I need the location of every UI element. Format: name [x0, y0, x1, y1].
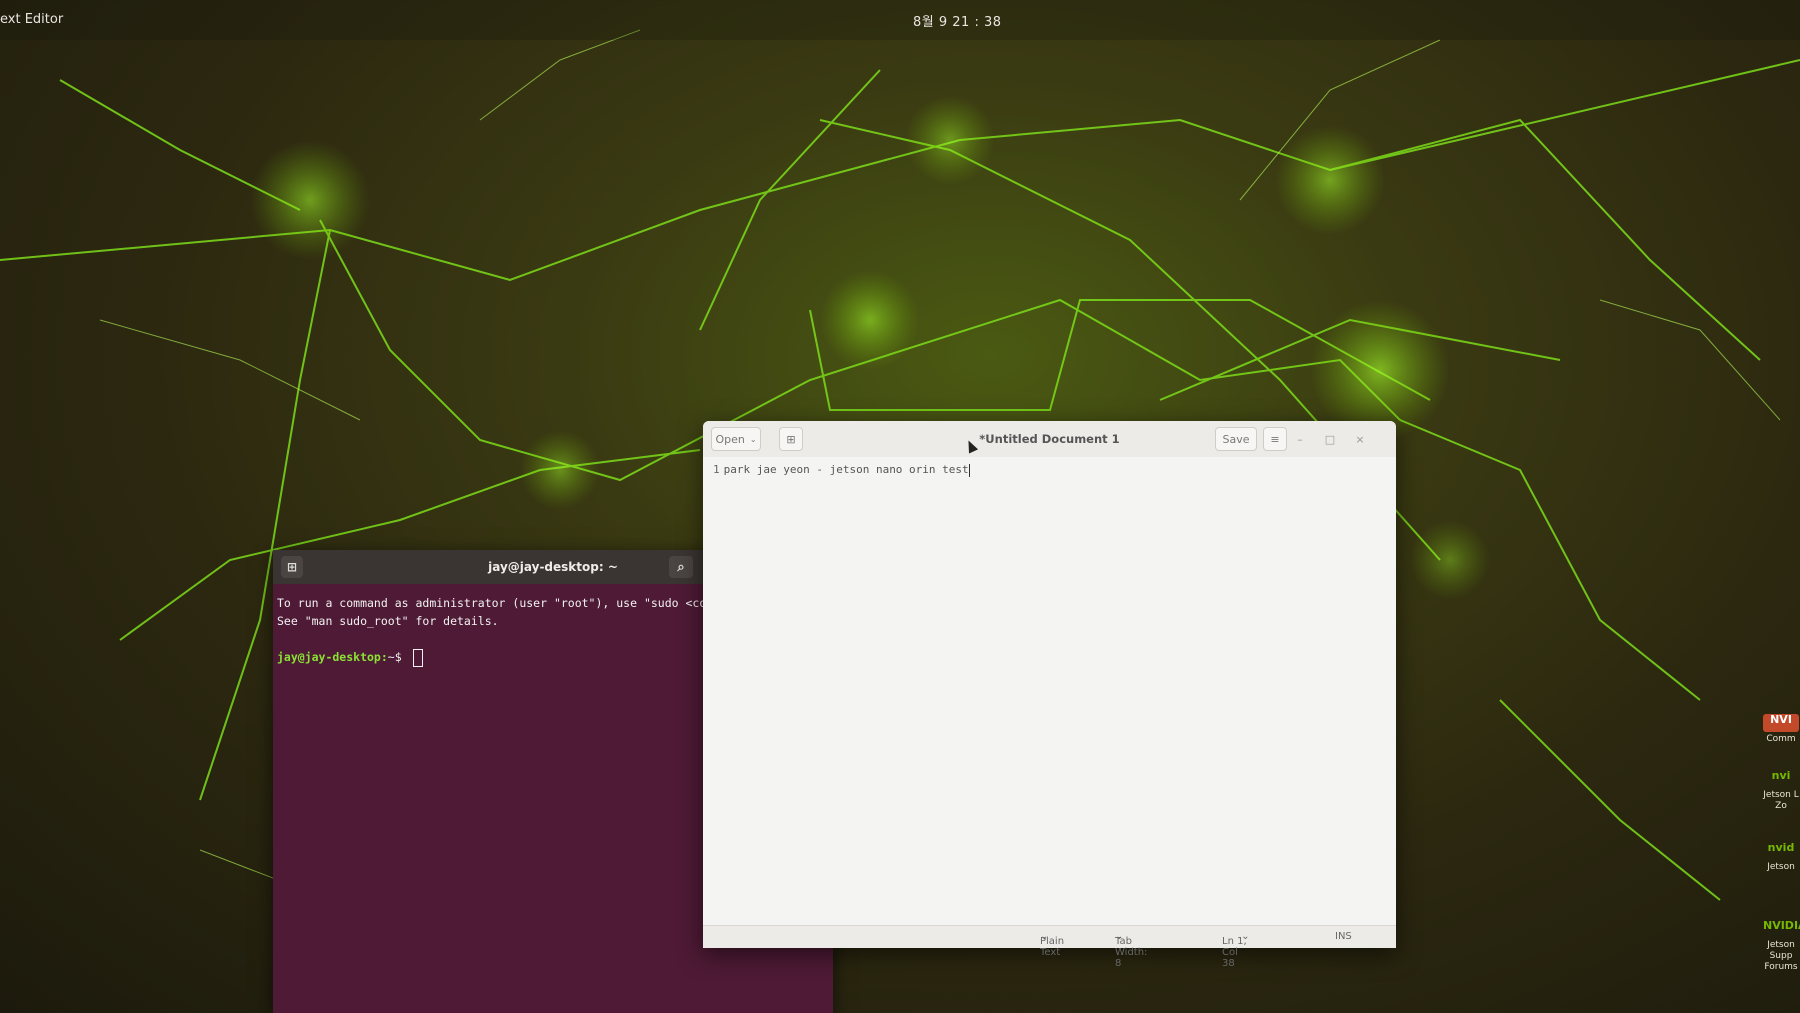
active-app-name[interactable]: ext Editor	[0, 12, 63, 27]
clock[interactable]: 8월 9 21 : 38	[913, 11, 1002, 30]
nvidia-logo-icon: nvi	[1771, 769, 1791, 782]
language-selector[interactable]: Plain Text ⌄	[1040, 931, 1064, 958]
text-caret	[968, 463, 970, 477]
prompt-user: jay@jay-desktop:	[277, 650, 388, 664]
desktop-icon-jetson[interactable]: nvid Jetson	[1756, 842, 1800, 873]
top-bar: ext Editor 8월 9 21 : 38	[0, 0, 1800, 40]
line-number: 1	[713, 463, 720, 476]
prompt-suffix: ~$	[387, 650, 409, 664]
desktop-icon-label: Jetson	[1767, 862, 1795, 872]
desktop-icon-jetson-zoo[interactable]: nvi Jetson L Zo	[1756, 770, 1800, 812]
insert-mode[interactable]: INS	[1335, 931, 1352, 942]
search-icon[interactable]: ⌕	[669, 556, 693, 578]
language-label: Plain Text	[1040, 936, 1065, 958]
editor-text-area[interactable]: 1 park jae yeon - jetson nano orin test	[703, 457, 1396, 926]
desktop-icon-label: Jetson L Zo	[1763, 790, 1799, 811]
save-button[interactable]: Save	[1215, 427, 1257, 451]
desktop-icon-jetson-forums[interactable]: NVIDIA Jetson Supp Forums	[1756, 920, 1800, 973]
nvidia-logo-icon: NVI	[1763, 714, 1799, 732]
cursor-position[interactable]: Ln 1, Col 38 ⌄	[1222, 931, 1249, 969]
terminal-cursor	[412, 648, 423, 667]
close-icon[interactable]: ×	[1351, 430, 1369, 448]
tab-width-selector[interactable]: Tab Width: 8 ⌄	[1115, 931, 1147, 969]
line-text[interactable]: park jae yeon - jetson nano orin test	[724, 463, 969, 476]
desktop-icon-nvidia-community[interactable]: NVI Comm	[1756, 714, 1800, 745]
nvidia-logo-icon: nvid	[1767, 841, 1795, 854]
editor-header[interactable]: Open ⌄ ⊞ *Untitled Document 1 Save ≡ – □…	[703, 421, 1396, 458]
menu-icon[interactable]: ≡	[1263, 427, 1287, 451]
save-label: Save	[1222, 432, 1250, 446]
desktop-icon-label: Jetson Supp Forums	[1764, 940, 1798, 972]
tab-width-label: Tab Width: 8	[1115, 936, 1148, 969]
text-editor-window[interactable]: Open ⌄ ⊞ *Untitled Document 1 Save ≡ – □…	[703, 421, 1396, 969]
minimize-icon[interactable]: –	[1291, 430, 1309, 448]
cursor-position-label: Ln 1, Col 38	[1222, 936, 1247, 969]
nvidia-logo-icon: NVIDIA	[1763, 919, 1800, 932]
maximize-icon[interactable]: □	[1321, 430, 1339, 448]
editor-status-bar: Plain Text ⌄ Tab Width: 8 ⌄ Ln 1, Col 38…	[703, 925, 1396, 969]
desktop-icon-label: Comm	[1766, 734, 1796, 744]
text-line[interactable]: 1 park jae yeon - jetson nano orin test	[713, 463, 970, 477]
